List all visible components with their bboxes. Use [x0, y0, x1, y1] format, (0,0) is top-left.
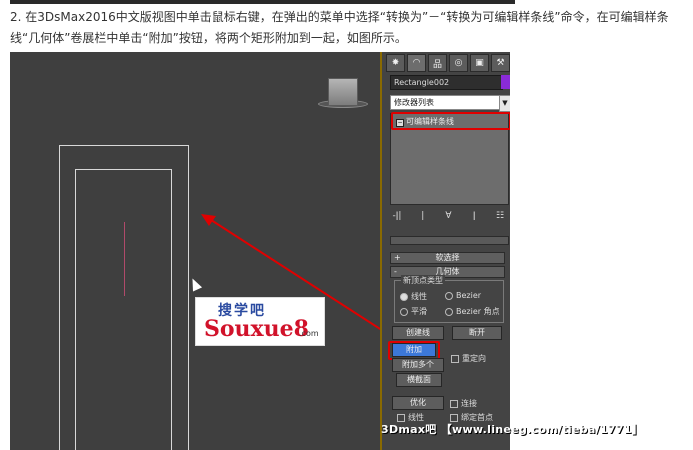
- max-screenshot: 搜学吧 Souxue8 .com ✸ ◠ 品 ◎ ▣ ⚒ Rectangle00…: [10, 52, 510, 450]
- radio-dot: [400, 292, 408, 301]
- show-end-result-icon[interactable]: |: [416, 211, 430, 222]
- radio-label: 平滑: [411, 307, 427, 316]
- attach-multiple-button[interactable]: 附加多个: [392, 358, 444, 372]
- modify-tab-icon[interactable]: ◠: [407, 54, 426, 72]
- radio-dot: [445, 291, 453, 300]
- modifier-list-dropdown[interactable]: 修改器列表: [390, 95, 505, 110]
- reorient-checkbox[interactable]: 重定向: [451, 353, 486, 364]
- refine-button[interactable]: 优化: [392, 396, 444, 410]
- radio-label: Bezier 角点: [456, 307, 500, 316]
- chevron-down-icon[interactable]: ▼: [499, 95, 510, 112]
- new-vertex-type-group: 新顶点类型 线性 Bezier 平滑 Bezier 角点: [394, 275, 504, 323]
- checkbox-box: [450, 399, 458, 408]
- utilities-tab-icon[interactable]: ⚒: [491, 54, 510, 72]
- radio-bezier[interactable]: Bezier: [445, 291, 481, 300]
- intro-paragraph: 2. 在3DsMax2016中文版视图中单击鼠标右键，在弹出的菜单中选择“转换为…: [10, 10, 669, 45]
- rollout-title: 软选择: [435, 253, 460, 262]
- cross-section-button[interactable]: 横截面: [396, 373, 442, 387]
- command-panel-tabs: ✸ ◠ 品 ◎ ▣ ⚒: [386, 54, 510, 72]
- watermark-text: 3Dmax吧 【www.lineeg.com/tieba/1771】: [381, 423, 644, 436]
- radio-smooth[interactable]: 平滑: [400, 306, 427, 317]
- stack-toolbar: -ǀ| | ∀ ǀ ☷: [390, 211, 507, 223]
- make-unique-icon[interactable]: ∀: [442, 211, 456, 222]
- radio-label: Bezier: [456, 291, 482, 300]
- radio-dot: [445, 307, 453, 316]
- radio-bezier-corner[interactable]: Bezier 角点: [445, 306, 500, 317]
- motion-tab-icon[interactable]: ◎: [449, 54, 468, 72]
- command-panel: ✸ ◠ 品 ◎ ▣ ⚒ Rectangle002 修改器列表 ▼ − 可编辑样条…: [380, 52, 510, 450]
- object-name-field[interactable]: Rectangle002: [390, 75, 503, 90]
- checkbox-label: 连接: [461, 399, 477, 408]
- radio-dot: [400, 307, 408, 316]
- connect-checkbox[interactable]: 连接: [450, 398, 477, 409]
- radio-linear[interactable]: 线性: [400, 291, 427, 302]
- checkbox-box: [451, 354, 459, 363]
- break-button[interactable]: 断开: [452, 326, 502, 340]
- object-color-swatch[interactable]: [501, 75, 510, 89]
- create-line-button[interactable]: 创建线: [392, 326, 444, 340]
- group-label: 新顶点类型: [401, 275, 445, 286]
- stack-highlight-box: [391, 112, 510, 130]
- display-tab-icon[interactable]: ▣: [470, 54, 489, 72]
- hierarchy-tab-icon[interactable]: 品: [428, 54, 447, 72]
- top-divider: [10, 0, 515, 4]
- radio-label: 线性: [411, 292, 427, 301]
- checkbox-label: 重定向: [462, 354, 486, 363]
- panel-separator: [390, 236, 509, 245]
- create-tab-icon[interactable]: ✸: [386, 54, 405, 72]
- configure-sets-icon[interactable]: ☷: [493, 211, 507, 222]
- rollout-soft-selection[interactable]: + 软选择: [390, 252, 505, 264]
- pin-stack-icon[interactable]: -ǀ|: [390, 211, 404, 222]
- remove-modifier-icon[interactable]: ǀ: [467, 211, 481, 222]
